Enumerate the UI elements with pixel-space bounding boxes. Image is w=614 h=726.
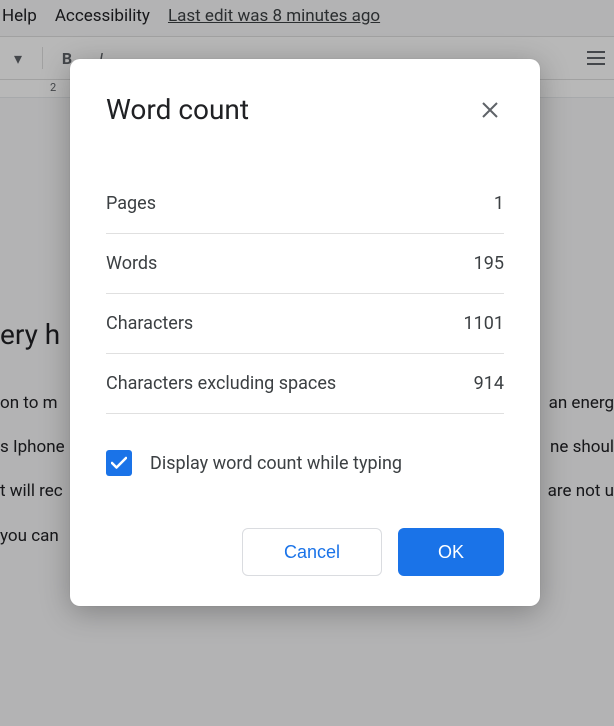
stat-row-pages: Pages 1 [106, 174, 504, 234]
dialog-title: Word count [106, 93, 249, 126]
ok-button[interactable]: OK [398, 528, 504, 576]
stat-value: 1101 [464, 313, 504, 334]
checkbox-checked-icon[interactable] [106, 450, 132, 476]
stat-label: Words [106, 253, 157, 274]
stat-value: 195 [474, 253, 504, 274]
option-label: Display word count while typing [150, 453, 402, 474]
stat-label: Pages [106, 193, 156, 214]
close-icon[interactable] [476, 96, 504, 124]
dialog-header: Word count [106, 93, 504, 126]
stat-row-characters: Characters 1101 [106, 294, 504, 354]
stat-label: Characters [106, 313, 193, 334]
stat-value: 914 [474, 373, 504, 394]
stat-value: 1 [494, 193, 504, 214]
stat-row-words: Words 195 [106, 234, 504, 294]
word-count-dialog: Word count Pages 1 Words 195 Characters … [70, 59, 540, 606]
dialog-footer: Cancel OK [106, 528, 504, 576]
display-while-typing-option[interactable]: Display word count while typing [106, 450, 504, 476]
cancel-button[interactable]: Cancel [242, 528, 382, 576]
stat-row-characters-no-spaces: Characters excluding spaces 914 [106, 354, 504, 414]
stat-label: Characters excluding spaces [106, 373, 336, 394]
